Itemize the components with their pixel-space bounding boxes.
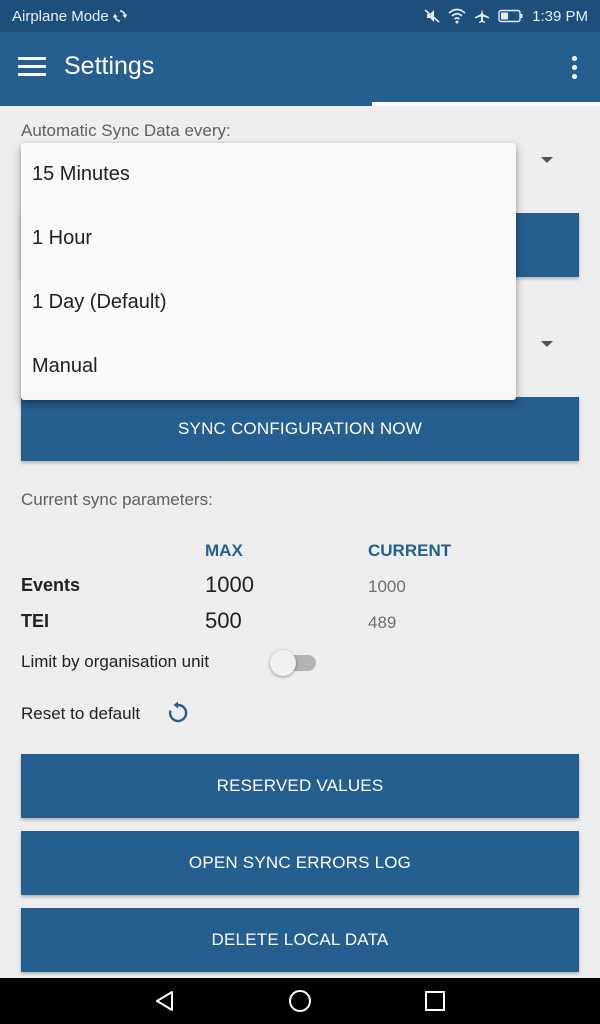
dropdown-option-1-hour[interactable]: 1 Hour [32,227,92,250]
sync-data-label: Automatic Sync Data every: [21,121,231,140]
dropdown-option-1-day[interactable]: 1 Day (Default) [32,291,167,314]
sync-params-label: Current sync parameters: [21,490,213,509]
current-column-header: CURRENT [368,541,452,560]
reset-default-label[interactable]: Reset to default [21,704,140,724]
system-nav-bar [0,978,600,1024]
airplane-mode-text: Airplane Mode [12,7,109,25]
sync-data-spinner-arrow-icon[interactable] [541,157,553,163]
wifi-icon [448,8,466,24]
clock-time: 1:39 PM [532,7,588,25]
status-left: Airplane Mode [12,8,127,25]
sync-configuration-button[interactable]: SYNC CONFIGURATION NOW [21,397,579,461]
sync-interval-dropdown: 15 Minutes 1 Hour 1 Day (Default) Manual [21,143,516,400]
max-column-header: MAX [205,541,243,560]
recents-icon[interactable] [422,988,448,1014]
dropdown-option-15-minutes[interactable]: 15 Minutes [32,163,130,186]
tei-current-value: 489 [368,613,397,632]
delete-local-data-button[interactable]: DELETE LOCAL DATA [21,908,579,972]
sync-config-spinner-arrow-icon[interactable] [541,341,553,347]
mute-icon [424,8,440,24]
hamburger-menu-icon[interactable] [18,57,46,81]
sync-icon [112,9,127,23]
page-title: Settings [64,52,155,80]
app-bar: Settings [0,32,600,106]
events-current-value: 1000 [368,577,406,596]
dropdown-option-manual[interactable]: Manual [32,355,98,378]
events-label: Events [21,575,81,595]
limit-org-unit-toggle[interactable] [270,650,318,676]
status-bar: Airplane Mode 1:39 PM [0,0,600,32]
reset-icon[interactable] [166,701,190,725]
tei-max-value[interactable]: 500 [205,608,242,634]
status-right: 1:39 PM [424,8,588,25]
limit-org-unit-label: Limit by organisation unit [21,652,210,671]
back-icon[interactable] [152,988,178,1014]
more-options-icon[interactable] [570,56,578,82]
airplane-icon [474,8,490,24]
events-max-value[interactable]: 1000 [205,572,254,598]
battery-icon [498,9,524,23]
home-icon[interactable] [287,988,313,1014]
toggle-thumb [270,650,296,676]
reserved-values-button[interactable]: RESERVED VALUES [21,754,579,818]
open-sync-errors-log-button[interactable]: OPEN SYNC ERRORS LOG [21,831,579,895]
tei-label: TEI [21,611,50,631]
